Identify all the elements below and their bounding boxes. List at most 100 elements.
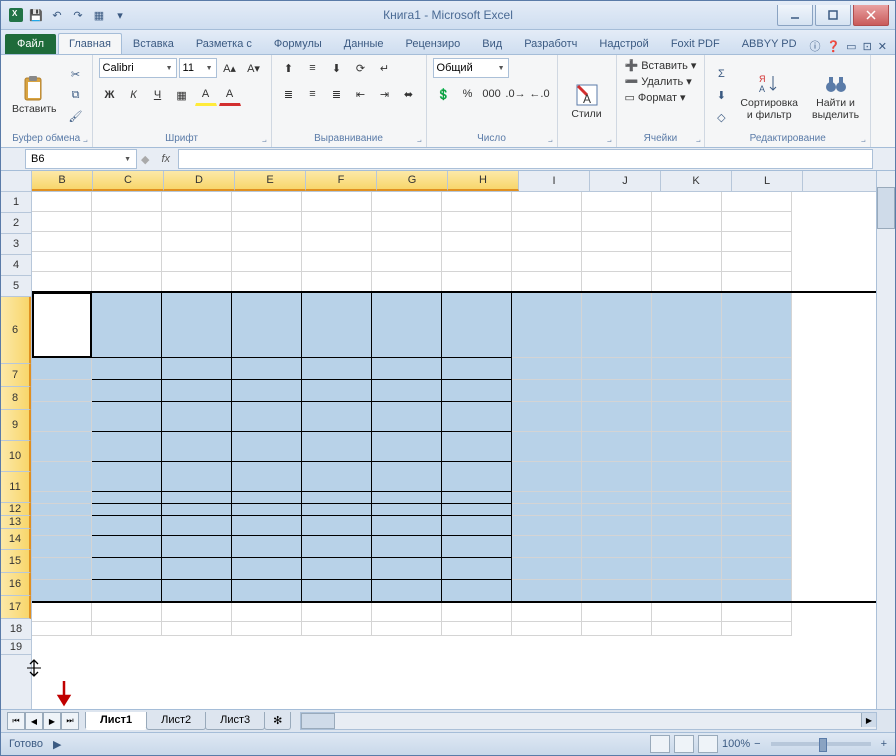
cell[interactable] — [512, 232, 582, 252]
cell[interactable] — [582, 292, 652, 358]
cell[interactable] — [722, 192, 792, 212]
cell[interactable] — [32, 292, 92, 358]
cell[interactable] — [652, 212, 722, 232]
cell[interactable] — [442, 558, 512, 580]
col-header[interactable]: H — [448, 171, 519, 191]
cell[interactable] — [582, 602, 652, 622]
cell[interactable] — [442, 380, 512, 402]
cell[interactable] — [372, 192, 442, 212]
cell[interactable] — [512, 292, 582, 358]
col-header[interactable]: D — [164, 171, 235, 191]
cell[interactable] — [652, 292, 722, 358]
row-header[interactable]: 9 — [1, 410, 31, 441]
cell[interactable] — [582, 558, 652, 580]
cell[interactable] — [92, 602, 162, 622]
cell[interactable] — [582, 622, 652, 636]
sheet-tab[interactable]: Лист2 — [146, 712, 206, 730]
cell[interactable] — [232, 492, 302, 504]
cell[interactable] — [162, 192, 232, 212]
tab-надстрой[interactable]: Надстрой — [588, 33, 659, 54]
align-left-icon[interactable]: ≣ — [278, 84, 300, 104]
cell[interactable] — [372, 462, 442, 492]
cell[interactable] — [722, 358, 792, 380]
cell[interactable] — [302, 232, 372, 252]
col-header[interactable]: L — [732, 171, 803, 191]
cell[interactable] — [92, 516, 162, 536]
cell[interactable] — [162, 558, 232, 580]
cell[interactable] — [232, 580, 302, 602]
cell[interactable] — [442, 252, 512, 272]
cell[interactable] — [582, 432, 652, 462]
cell[interactable] — [92, 504, 162, 516]
col-header[interactable]: B — [32, 171, 93, 191]
cell[interactable] — [302, 380, 372, 402]
align-right-icon[interactable]: ≣ — [326, 84, 348, 104]
col-header[interactable]: E — [235, 171, 306, 191]
cell[interactable] — [232, 402, 302, 432]
format-painter-icon[interactable]: 🖌 — [66, 107, 86, 127]
ribbon-restore-icon[interactable]: ⊡ — [863, 40, 872, 53]
cell[interactable] — [162, 504, 232, 516]
maximize-button[interactable] — [815, 5, 851, 26]
col-header[interactable]: I — [519, 171, 590, 191]
hscroll-thumb[interactable] — [301, 713, 335, 729]
cell[interactable] — [722, 380, 792, 402]
cell[interactable] — [232, 432, 302, 462]
cell[interactable] — [372, 432, 442, 462]
cell[interactable] — [162, 602, 232, 622]
cell[interactable] — [232, 602, 302, 622]
cell[interactable] — [652, 252, 722, 272]
cell[interactable] — [582, 232, 652, 252]
cell[interactable] — [32, 536, 92, 558]
cell[interactable] — [232, 292, 302, 358]
cell[interactable] — [92, 622, 162, 636]
col-header[interactable]: G — [377, 171, 448, 191]
sheet-nav-last[interactable]: ⏭ — [61, 712, 79, 730]
cell[interactable] — [652, 558, 722, 580]
cell[interactable] — [652, 622, 722, 636]
cell[interactable] — [722, 504, 792, 516]
cell[interactable] — [652, 380, 722, 402]
font-name-select[interactable]: Calibri▼ — [99, 58, 177, 78]
tab-данные[interactable]: Данные — [333, 33, 395, 54]
cell[interactable] — [232, 536, 302, 558]
cell[interactable] — [32, 380, 92, 402]
cell[interactable] — [302, 622, 372, 636]
cell[interactable] — [232, 622, 302, 636]
cell[interactable] — [512, 516, 582, 536]
row-header[interactable]: 13 — [1, 516, 31, 529]
cell[interactable] — [722, 492, 792, 504]
cell[interactable] — [512, 212, 582, 232]
align-mid-icon[interactable]: ≡ — [302, 58, 324, 78]
cell[interactable] — [512, 504, 582, 516]
cell[interactable] — [302, 602, 372, 622]
tab-главная[interactable]: Главная — [58, 33, 122, 54]
cell[interactable] — [582, 580, 652, 602]
cell[interactable] — [372, 272, 442, 292]
cell[interactable] — [722, 292, 792, 358]
cell[interactable] — [32, 462, 92, 492]
cell[interactable] — [512, 602, 582, 622]
cell[interactable] — [92, 402, 162, 432]
cell[interactable] — [32, 232, 92, 252]
inc-decimal-icon[interactable]: .0→ — [505, 84, 527, 104]
cell[interactable] — [162, 402, 232, 432]
tab-вид[interactable]: Вид — [471, 33, 513, 54]
align-top-icon[interactable]: ⬆ — [278, 58, 300, 78]
sheet-nav-first[interactable]: ⏮ — [7, 712, 25, 730]
cell[interactable] — [512, 380, 582, 402]
cell[interactable] — [92, 432, 162, 462]
number-format-select[interactable]: Общий▼ — [433, 58, 509, 78]
cell[interactable] — [92, 462, 162, 492]
fill-color-icon[interactable]: A — [195, 84, 217, 106]
row-header[interactable]: 4 — [1, 255, 31, 276]
cell[interactable] — [722, 602, 792, 622]
grow-font-icon[interactable]: A▴ — [219, 58, 241, 78]
zoom-level[interactable]: 100% — [722, 738, 750, 750]
cell[interactable] — [162, 580, 232, 602]
cell[interactable] — [162, 232, 232, 252]
cell[interactable] — [162, 358, 232, 380]
cell[interactable] — [232, 358, 302, 380]
cell[interactable] — [162, 462, 232, 492]
cell[interactable] — [652, 192, 722, 212]
